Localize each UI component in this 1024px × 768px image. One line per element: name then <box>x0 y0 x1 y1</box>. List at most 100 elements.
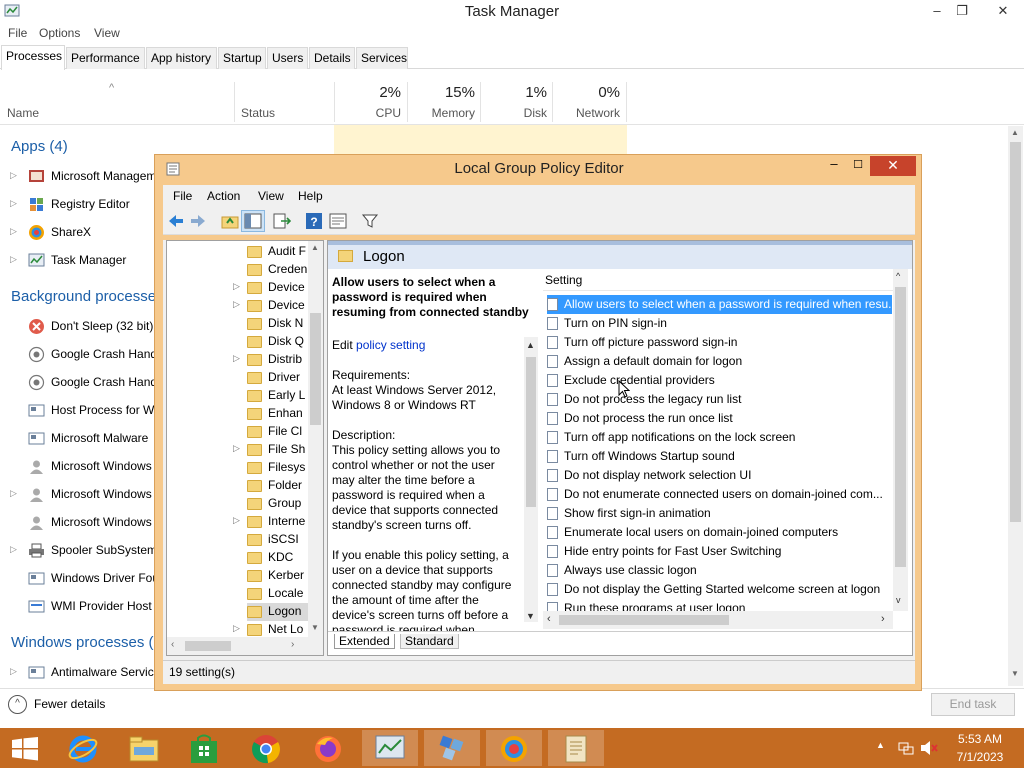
desc-scroll-up-icon[interactable]: ▲ <box>526 338 535 353</box>
process-row[interactable]: ▷ Spooler SubSystem <box>0 539 160 563</box>
tree-expand-icon[interactable]: ▷ <box>233 623 240 634</box>
process-row[interactable]: ▷ ShareX <box>0 221 160 245</box>
tree-scroll-left-icon[interactable]: ‹ <box>171 639 174 650</box>
column-cpu[interactable]: CPU <box>336 106 401 120</box>
collapse-icon[interactable]: ^ <box>8 695 27 714</box>
setting-row[interactable]: Turn off picture password sign-in <box>547 333 892 352</box>
expand-chevron-icon[interactable]: ▷ <box>10 226 17 237</box>
forward-arrow-icon[interactable] <box>189 212 207 230</box>
setting-row[interactable]: Show first sign-in animation <box>547 504 892 523</box>
settings-scroll-down-icon[interactable]: v <box>896 595 901 605</box>
settings-hscrollbar[interactable]: ‹ › <box>543 611 893 629</box>
setting-row[interactable]: Turn off Windows Startup sound <box>547 447 892 466</box>
tree-expand-icon[interactable]: ▷ <box>233 353 240 364</box>
explorer-taskbar-button[interactable] <box>116 730 172 766</box>
chrome-taskbar-button[interactable] <box>238 730 294 766</box>
policy-setting-link[interactable]: policy setting <box>356 338 425 352</box>
setting-row[interactable]: Allow users to select when a password is… <box>547 295 892 314</box>
setting-row[interactable]: Turn off app notifications on the lock s… <box>547 428 892 447</box>
tab-startup[interactable]: Startup <box>218 47 266 69</box>
column-memory[interactable]: Memory <box>410 106 475 120</box>
process-row[interactable]: Host Process for Wi <box>0 399 160 423</box>
tree-expand-icon[interactable]: ▷ <box>233 443 240 454</box>
menu-view[interactable]: View <box>94 26 120 40</box>
gpe-menu-action[interactable]: Action <box>207 189 240 203</box>
clock-date[interactable]: 7/1/2023 <box>950 750 1010 764</box>
process-scrollbar[interactable]: ▲ ▼ <box>1008 126 1023 686</box>
gpe-menu-file[interactable]: File <box>173 189 192 203</box>
process-row[interactable]: Google Crash Hand <box>0 371 160 395</box>
show-hidden-icons-icon[interactable]: ▲ <box>876 740 885 750</box>
process-row[interactable]: Microsoft Windows <box>0 511 160 535</box>
tree-scroll-thumb[interactable] <box>310 313 321 425</box>
filter-icon[interactable] <box>361 212 379 230</box>
task-manager-taskbar-button[interactable] <box>362 730 418 766</box>
expand-chevron-icon[interactable]: ▷ <box>10 488 17 499</box>
description-scrollbar[interactable]: ▲ ▼ <box>524 337 538 622</box>
tree-hscroll-thumb[interactable] <box>185 641 231 651</box>
scrollbar-thumb[interactable] <box>1010 142 1021 522</box>
column-name[interactable]: Name <box>7 106 39 120</box>
setting-row[interactable]: Exclude credential providers <box>547 371 892 390</box>
desc-scroll-thumb[interactable] <box>526 357 536 507</box>
setting-row[interactable]: Turn on PIN sign-in <box>547 314 892 333</box>
restore-button[interactable]: ❐ <box>947 0 977 22</box>
scroll-up-icon[interactable]: ▲ <box>1011 128 1019 137</box>
process-row[interactable]: Google Crash Hand <box>0 343 160 367</box>
process-row[interactable]: Microsoft Windows <box>0 455 160 479</box>
column-disk[interactable]: Disk <box>482 106 547 120</box>
fewer-details-link[interactable]: Fewer details <box>34 697 105 711</box>
column-network[interactable]: Network <box>554 106 620 120</box>
ie-taskbar-button[interactable] <box>56 730 112 766</box>
process-row[interactable]: ▷ Microsoft Managem <box>0 165 160 189</box>
up-folder-icon[interactable] <box>221 212 239 230</box>
tab-performance[interactable]: Performance <box>66 47 145 69</box>
gpe-maximize-button[interactable]: ☐ <box>848 155 868 175</box>
expand-chevron-icon[interactable]: ▷ <box>10 666 17 677</box>
menu-file[interactable]: File <box>8 26 27 40</box>
setting-row[interactable]: Hide entry points for Fast User Switchin… <box>547 542 892 561</box>
column-status[interactable]: Status <box>241 106 275 120</box>
expand-chevron-icon[interactable]: ▷ <box>10 198 17 209</box>
tree-scroll-down-icon[interactable]: ▼ <box>311 623 319 632</box>
setting-row[interactable]: Assign a default domain for logon <box>547 352 892 371</box>
process-row[interactable]: ▷ Registry Editor <box>0 193 160 217</box>
tree-expand-icon[interactable]: ▷ <box>233 515 240 526</box>
gpe-minimize-button[interactable]: – <box>821 155 847 175</box>
tree-expand-icon[interactable]: ▷ <box>233 299 240 310</box>
tab-standard[interactable]: Standard <box>400 634 459 649</box>
back-arrow-icon[interactable] <box>167 212 185 230</box>
process-row[interactable]: ▷ Microsoft Windows <box>0 483 160 507</box>
store-taskbar-button[interactable] <box>176 730 232 766</box>
column-setting[interactable]: Setting <box>545 273 582 287</box>
tree-vscrollbar[interactable]: ▲ ▼ <box>308 241 323 637</box>
process-row[interactable]: WMI Provider Host <box>0 595 160 619</box>
process-row[interactable]: Don't Sleep (32 bit) <box>0 315 160 339</box>
group-policy-taskbar-button[interactable] <box>548 730 604 766</box>
scroll-down-icon[interactable]: ▼ <box>1011 669 1019 678</box>
gpe-menu-help[interactable]: Help <box>298 189 323 203</box>
settings-hscroll-thumb[interactable] <box>559 615 729 625</box>
menu-options[interactable]: Options <box>39 26 80 40</box>
desc-scroll-down-icon[interactable]: ▼ <box>526 609 535 624</box>
close-button[interactable]: ✕ <box>988 0 1018 22</box>
firefox-taskbar-button[interactable] <box>300 730 356 766</box>
tab-processes[interactable]: Processes <box>1 45 65 70</box>
setting-row[interactable]: Do not process the legacy run list <box>547 390 892 409</box>
clock-time[interactable]: 5:53 AM <box>950 732 1010 746</box>
tree-expand-icon[interactable]: ▷ <box>233 281 240 292</box>
expand-chevron-icon[interactable]: ▷ <box>10 254 17 265</box>
gpe-menu-view[interactable]: View <box>258 189 284 203</box>
registry-editor-taskbar-button[interactable] <box>424 730 480 766</box>
settings-scroll-left-icon[interactable]: ‹ <box>547 613 551 625</box>
process-row[interactable]: ▷ Antimalware Servic <box>0 661 160 685</box>
setting-row[interactable]: Always use classic logon <box>547 561 892 580</box>
expand-chevron-icon[interactable]: ▷ <box>10 170 17 181</box>
setting-row[interactable]: Do not process the run once list <box>547 409 892 428</box>
tab-details[interactable]: Details <box>309 47 355 69</box>
settings-scroll-right-icon[interactable]: › <box>881 613 885 625</box>
setting-row[interactable]: Enumerate local users on domain-joined c… <box>547 523 892 542</box>
gpe-close-button[interactable]: ✕ <box>870 156 916 176</box>
tab-app-history[interactable]: App history <box>146 47 217 69</box>
extended-view-icon[interactable] <box>329 212 347 230</box>
